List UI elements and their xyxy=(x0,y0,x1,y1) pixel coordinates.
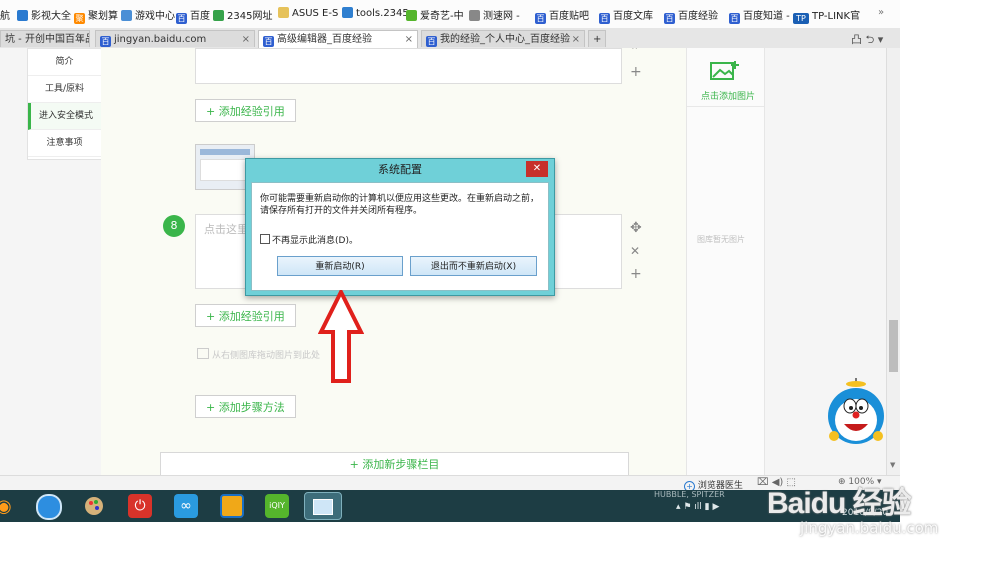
system-config-taskbar-item[interactable] xyxy=(304,492,342,520)
drag-hint: 从右侧图库拖动图片到此处 xyxy=(197,348,320,361)
ie-browser-icon[interactable] xyxy=(36,494,62,520)
iqiyi-icon xyxy=(406,10,417,21)
browser-status-bar: + 浏览器医生 ⌧ ◀) ⬚ ⊕ 100% ▾ xyxy=(0,475,900,492)
move-icon[interactable]: ✥ xyxy=(630,220,642,236)
add-reference-button[interactable]: + 添加经验引用 xyxy=(195,99,296,122)
delete-icon[interactable]: ✕ xyxy=(630,244,640,258)
page-content: 简介 工具/原料 进入安全模式 注意事项 ⌃ + + 添加经验引用 8 点击这里… xyxy=(0,48,900,475)
restart-button[interactable]: 重新启动(R) xyxy=(277,256,403,276)
bookmark-item[interactable]: 百百度经验 xyxy=(664,7,718,24)
sidebar-item-intro[interactable]: 简介 xyxy=(28,49,101,76)
tab-bar: 坑 - 开创中国百年品 × 百 jingyan.baidu.com × 百高级编辑器_… xyxy=(0,28,900,49)
baidu-icon: 百 xyxy=(729,13,740,24)
new-tab-button[interactable]: + xyxy=(588,30,606,47)
baidu-icon: 百 xyxy=(535,13,546,24)
no-image-label: 图库暂无图片 xyxy=(697,235,745,244)
tab-item[interactable]: 百 jingyan.baidu.com × xyxy=(95,30,255,47)
baidu-icon: 百 xyxy=(176,13,187,24)
sidebar-item-notes[interactable]: 注意事项 xyxy=(28,130,101,157)
bookmark-item[interactable]: 测速网 - xyxy=(469,7,520,22)
red-arrow-annotation xyxy=(318,290,364,383)
iqiyi-app-icon[interactable]: iQIY xyxy=(265,494,289,518)
step-number-badge: 8 xyxy=(163,215,185,237)
exit-without-restart-button[interactable]: 退出而不重新启动(X) xyxy=(410,256,537,276)
baidu-icon: 百 xyxy=(263,36,274,47)
scrollbar[interactable]: ▼ xyxy=(886,48,900,475)
baidu-icon: 百 xyxy=(426,36,437,47)
bookmark-item[interactable]: 聚聚划算 xyxy=(74,7,118,24)
close-icon[interactable]: × xyxy=(405,31,413,48)
add-image-button[interactable]: 点击添加图片 xyxy=(687,48,764,107)
step-text-box[interactable] xyxy=(195,48,622,84)
tools-icon xyxy=(342,7,353,18)
add-image-label: 点击添加图片 xyxy=(701,92,756,102)
ju-icon: 聚 xyxy=(74,13,85,24)
tab-item[interactable]: 百我的经验_个人中心_百度经验 × xyxy=(421,30,585,47)
sidebar-item-safe-mode[interactable]: 进入安全模式 xyxy=(28,103,101,130)
image-icon xyxy=(197,348,209,359)
baidu-jingyan-logo: Baidu 经验 xyxy=(767,487,912,520)
bookmark-item[interactable]: 影视大全 xyxy=(17,7,71,22)
dialog-message: 你可能需要重新启动你的计算机以便应用这些更改。在重新启动之前，请保存所有打开的文… xyxy=(260,194,540,216)
bookmark-item[interactable]: 百百度知道 - xyxy=(729,7,790,24)
tab-item-active[interactable]: 百高级编辑器_百度经验 × xyxy=(258,30,418,48)
game-icon xyxy=(121,10,132,21)
tplink-icon: TP xyxy=(793,13,809,24)
scrollbar-thumb[interactable] xyxy=(889,320,898,372)
baidu-icon: 百 xyxy=(664,13,675,24)
paint-icon[interactable] xyxy=(82,494,106,518)
add-icon[interactable]: + xyxy=(630,266,642,282)
dialog-title: 系统配置 xyxy=(378,163,422,176)
bookmark-item[interactable]: tools.2345 xyxy=(342,7,409,19)
dont-show-again-option[interactable]: 不再显示此消息(D)。 xyxy=(260,233,358,246)
bookmark-item[interactable]: 爱奇艺-中 xyxy=(406,7,464,22)
bookmark-item[interactable]: 2345网址 xyxy=(213,7,272,22)
tray-icons[interactable]: ▴ ⚑ ıll ▮ ▶ xyxy=(676,502,719,512)
outline-sidebar: 简介 工具/原料 进入安全模式 注意事项 xyxy=(27,48,102,160)
tray-text: HUBBLE, SPITZER xyxy=(654,490,725,499)
sidebar-item-tools[interactable]: 工具/原料 xyxy=(28,76,101,103)
tab-item[interactable]: 坑 - 开创中国百年品 × xyxy=(0,30,90,47)
add-step-method-button[interactable]: + 添加步骤方法 xyxy=(195,395,296,418)
bookmarks-bar: 航 影视大全 聚聚划算 游戏中心 百百度 2345网址 ASUS E-S too… xyxy=(0,0,900,29)
power-app-icon[interactable]: ⏻ xyxy=(128,494,152,518)
dialog-close-button[interactable]: ✕ xyxy=(526,161,548,177)
bookmark-item[interactable]: 百百度 xyxy=(176,7,210,24)
folder-icon xyxy=(278,7,289,18)
baidu-netdisk-icon[interactable]: ∞ xyxy=(174,494,198,518)
close-icon[interactable]: × xyxy=(77,31,85,47)
baidu-icon: 百 xyxy=(100,36,111,47)
system-config-dialog: 系统配置 ✕ 你可能需要重新启动你的计算机以便应用这些更改。在重新启动之前，请保… xyxy=(245,158,555,296)
watermark-url: jingyan.baidu.com xyxy=(800,519,939,537)
windows-taskbar: ◉ ⏻ ∞ iQIY HUBBLE, SPITZER ▴ ⚑ ıll ▮ ▶ 2… xyxy=(0,490,900,522)
bookmark-item[interactable]: 航 xyxy=(0,7,10,22)
baidu-icon: 百 xyxy=(599,13,610,24)
checkbox[interactable] xyxy=(260,234,270,244)
add-new-step-section-button[interactable]: + 添加新步骤栏目 xyxy=(160,452,629,475)
chevron-up-icon[interactable]: ⌃ xyxy=(630,48,639,57)
wifi-icon[interactable]: ◉ xyxy=(0,496,12,517)
doraemon-mascot-image xyxy=(828,378,884,444)
step-placeholder: 点击这里 xyxy=(204,223,248,236)
bookmark-item[interactable]: 游戏中心 xyxy=(121,7,175,22)
window-app-icon[interactable] xyxy=(220,494,244,518)
bookmark-item[interactable]: TP TP-LINK官 xyxy=(793,7,860,24)
close-icon[interactable]: × xyxy=(572,31,580,47)
bookmark-item[interactable]: ASUS E-S xyxy=(278,7,338,19)
scroll-down-icon[interactable]: ▼ xyxy=(890,461,895,469)
bookmark-item[interactable]: 百百度文库 xyxy=(599,7,653,24)
site-2345-icon xyxy=(213,10,224,21)
image-library-panel: 点击添加图片 图库暂无图片 xyxy=(686,48,765,475)
bookmark-item[interactable]: 百百度贴吧 xyxy=(535,7,589,24)
add-icon[interactable]: + xyxy=(630,64,642,80)
close-icon[interactable]: × xyxy=(242,31,250,47)
speed-icon xyxy=(469,10,480,21)
add-image-icon xyxy=(710,61,739,80)
more-bookmarks-icon[interactable]: » xyxy=(878,7,884,18)
add-reference-button[interactable]: + 添加经验引用 xyxy=(195,304,296,327)
video-icon xyxy=(17,10,28,21)
